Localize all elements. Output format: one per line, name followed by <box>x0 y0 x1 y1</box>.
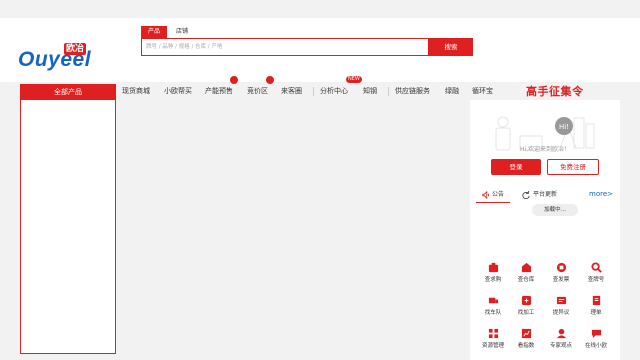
svg-text:Hi!: Hi! <box>559 123 569 131</box>
processing-icon <box>521 295 531 306</box>
search-box <box>141 38 429 56</box>
search-button[interactable]: 搜索 <box>429 38 473 56</box>
chart-icon <box>521 328 531 339</box>
tab-announcement[interactable]: 公告 <box>492 190 504 200</box>
logo-cn-badge: 欧冶 <box>64 43 87 55</box>
main-nav: 全部产品 现货商城 小欧帮买 产能预售 竞价区 来客圈 分析中心 知钢 供应链服… <box>0 76 640 100</box>
search-input[interactable] <box>146 39 416 55</box>
resources-icon <box>488 328 498 339</box>
quick-link-label: 查发票 <box>552 277 570 283</box>
refresh-icon <box>522 191 530 199</box>
presale-dot-badge <box>230 76 238 84</box>
nav-item-zhigang[interactable]: 知钢 <box>363 86 377 96</box>
category-panel[interactable] <box>20 100 116 354</box>
nav-item-community[interactable]: 来客圈 <box>281 86 302 96</box>
quick-link-grade[interactable]: 查牌号 <box>581 262 611 283</box>
quick-link-label: 在线小欧 <box>584 343 607 349</box>
quick-link-label: 资源管理 <box>481 343 504 349</box>
login-button[interactable]: 登录 <box>491 159 541 175</box>
quick-link-objection[interactable]: 提异议 <box>546 295 576 316</box>
invoice-icon <box>556 262 566 273</box>
quick-link-label: 查仓库 <box>517 277 535 283</box>
quick-link-label: 看指数 <box>517 343 535 349</box>
tab-shop[interactable]: 店铺 <box>171 26 193 38</box>
quick-link-label: 找加工 <box>517 310 535 316</box>
quick-link-fleet[interactable]: 找车队 <box>478 295 508 316</box>
loading-text: 加载中... <box>544 207 566 213</box>
nav-item-spot-mall[interactable]: 现货商城 <box>122 86 150 96</box>
expert-icon <box>556 328 566 339</box>
purchase-icon <box>488 262 498 273</box>
all-products-button[interactable]: 全部产品 <box>20 84 116 100</box>
nav-item-green-finance[interactable]: 绿融 <box>445 86 459 96</box>
quick-link-label: 提异议 <box>552 310 570 316</box>
quick-link-label: 理单 <box>590 310 602 316</box>
search-icon <box>590 262 602 273</box>
ouyeel-logo[interactable]: Ouyeel 欧冶 <box>18 32 118 72</box>
quick-link-warehouse[interactable]: 查仓库 <box>511 262 541 283</box>
quick-link-orders[interactable]: 理单 <box>581 295 611 316</box>
new-badge: NEW <box>346 76 362 83</box>
nav-item-buy-help[interactable]: 小欧帮买 <box>164 86 192 96</box>
quick-link-label: 专家观点 <box>549 343 572 349</box>
quick-link-online-service[interactable]: 在线小欧 <box>581 328 611 349</box>
nav-divider <box>388 87 389 96</box>
active-tab-indicator <box>476 202 510 203</box>
welcome-text: Hi,欢迎来到欧冶！ <box>519 146 571 153</box>
nav-item-analysis[interactable]: 分析中心 <box>320 86 348 96</box>
tab-product[interactable]: 产品 <box>141 26 167 38</box>
nav-divider <box>313 87 314 96</box>
header: Ouyeel 欧冶 产品 店铺 搜索 <box>0 18 640 82</box>
register-button[interactable]: 免费注册 <box>547 159 599 175</box>
quick-link-resources[interactable]: 资源管理 <box>478 328 508 349</box>
nav-item-supply-chain[interactable]: 供应链服务 <box>395 86 430 96</box>
nav-item-presale[interactable]: 产能预售 <box>205 86 233 96</box>
tab-platform-updates[interactable]: 平台更新 <box>533 190 557 200</box>
warehouse-icon <box>521 262 531 273</box>
truck-icon <box>488 297 498 304</box>
objection-icon <box>556 296 566 305</box>
quick-link-processing[interactable]: 找加工 <box>511 295 541 316</box>
nav-item-bidding[interactable]: 竞价区 <box>247 86 268 96</box>
quick-link-purchase[interactable]: 查求购 <box>478 262 508 283</box>
quick-link-invoice[interactable]: 查发票 <box>546 262 576 283</box>
loading-indicator: 加载中... <box>532 204 578 216</box>
slogan-banner[interactable]: 高手征集令 <box>526 83 584 99</box>
quick-link-experts[interactable]: 专家观点 <box>546 328 576 349</box>
speaker-icon <box>482 191 489 199</box>
quick-link-label: 查求购 <box>484 277 502 283</box>
quick-link-label: 查牌号 <box>587 277 605 283</box>
quick-link-label: 找车队 <box>484 310 502 316</box>
quick-link-index[interactable]: 看指数 <box>511 328 541 349</box>
chat-icon <box>591 329 601 339</box>
bidding-dot-badge <box>266 76 274 84</box>
user-panel: Hi! Hi,欢迎来到欧冶！ 登录 免费注册 公告 平台更新 more> 加载中… <box>470 100 620 360</box>
more-link[interactable]: more> <box>589 190 613 198</box>
orders-icon <box>592 295 600 306</box>
nav-item-recycle[interactable]: 循环宝 <box>472 86 493 96</box>
